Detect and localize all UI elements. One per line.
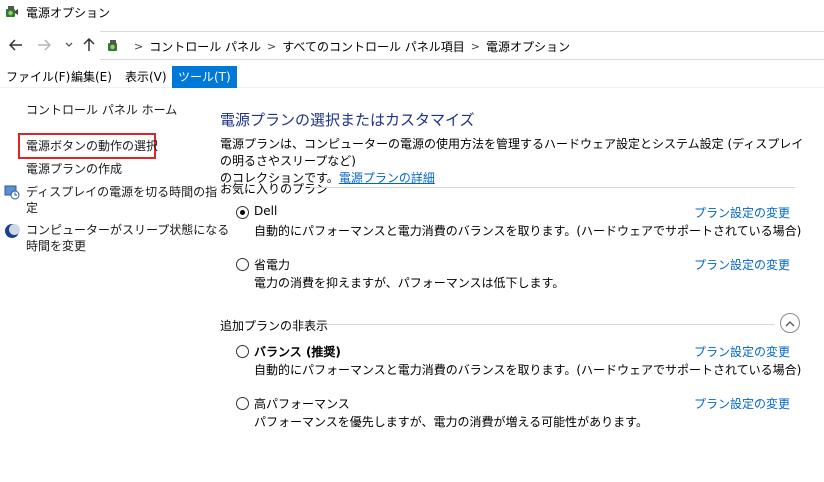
power-button-action-link[interactable]: 電源ボタンの動作の選択 [26, 138, 158, 154]
window-title: 電源オプション [26, 6, 111, 20]
breadcrumb-power-options[interactable]: 電源オプション [486, 38, 570, 55]
create-power-plan-link[interactable]: 電源プランの作成 [26, 161, 122, 177]
left-pane: コントロール パネル ホーム 電源ボタンの動作の選択 電源プランの作成 ディスプ… [0, 88, 229, 482]
section-divider [310, 187, 795, 188]
change-plan-settings-link[interactable]: プラン設定の変更 [694, 256, 790, 273]
page-title: 電源プランの選択またはカスタマイズ [220, 111, 475, 129]
change-plan-settings-link[interactable]: プラン設定の変更 [694, 204, 790, 221]
plan-description: 電力の消費を抑えますが、パフォーマンスは低下します。 [254, 276, 565, 290]
menu-tools[interactable]: ツール(T) [172, 66, 237, 88]
back-arrow-icon[interactable] [7, 36, 25, 54]
plan-name[interactable]: 省電力 [254, 256, 290, 273]
chevron-right-icon[interactable]: > [471, 40, 480, 53]
menu-edit[interactable]: 編集(E) [65, 66, 118, 88]
title-bar: 電源オプション [0, 0, 824, 24]
plan-description: パフォーマンスを優先しますが、電力の消費が増える可能性があります。 [254, 415, 648, 429]
plan-name[interactable]: Dell [254, 204, 277, 218]
navigation-bar: > コントロール パネル > すべてのコントロール パネル項目 > 電源オプショ… [0, 30, 824, 60]
power-options-icon [6, 6, 18, 17]
chevron-up-icon[interactable] [780, 313, 800, 333]
radio-high-performance[interactable] [236, 397, 249, 410]
radio-balanced[interactable] [236, 345, 249, 358]
section-divider [326, 324, 774, 325]
plan-name[interactable]: バランス (推奨) [254, 343, 341, 360]
plan-description: 自動的にパフォーマンスと電力消費のバランスを取ります。(ハードウェアでサポートさ… [254, 224, 802, 238]
breadcrumb-control-panel[interactable]: コントロール パネル [149, 38, 261, 55]
chevron-right-icon[interactable]: > [267, 40, 276, 53]
radio-power-saver[interactable] [236, 258, 249, 271]
description-line-1: 電源プランは、コンピューターの電源の使用方法を管理するハードウェア設定とシステム… [220, 137, 804, 168]
plan-description: 自動的にパフォーマンスと電力消費のバランスを取ります。(ハードウェアでサポートさ… [254, 363, 802, 377]
change-plan-settings-link[interactable]: プラン設定の変更 [694, 395, 790, 412]
sleep-time-link-cont[interactable]: 時間を変更 [26, 238, 86, 254]
radio-dell[interactable] [236, 206, 249, 219]
up-arrow-icon[interactable] [80, 36, 98, 54]
change-plan-settings-link[interactable]: プラン設定の変更 [694, 343, 790, 360]
favorites-heading: お気に入りのプラン [220, 182, 329, 196]
power-plan-details-link[interactable]: 電源プランの詳細 [339, 171, 435, 185]
plan-name[interactable]: 高パフォーマンス [254, 395, 350, 412]
chevron-right-icon: > [134, 40, 144, 53]
chevron-down-icon[interactable] [60, 36, 78, 54]
hidden-plans-heading: 追加プランの非表示 [220, 319, 329, 333]
power-options-icon [108, 40, 117, 51]
display-off-time-link-cont[interactable]: 定 [26, 200, 38, 216]
menu-view[interactable]: 表示(V) [119, 66, 173, 88]
display-off-time-link[interactable]: ディスプレイの電源を切る時間の指 [26, 184, 217, 200]
control-panel-home-link[interactable]: コントロール パネル ホーム [26, 102, 177, 118]
menu-bar: ファイル(F) 編集(E) 表示(V) ツール(T) [0, 66, 824, 88]
moon-icon [5, 224, 20, 238]
breadcrumb: > コントロール パネル > すべてのコントロール パネル項目 > 電源オプショ… [128, 38, 570, 55]
breadcrumb-all-items[interactable]: すべてのコントロール パネル項目 [282, 38, 465, 55]
sleep-time-link[interactable]: コンピューターがスリープ状態になる [26, 222, 229, 238]
forward-arrow-icon[interactable] [35, 36, 53, 54]
display-clock-icon [4, 185, 20, 200]
